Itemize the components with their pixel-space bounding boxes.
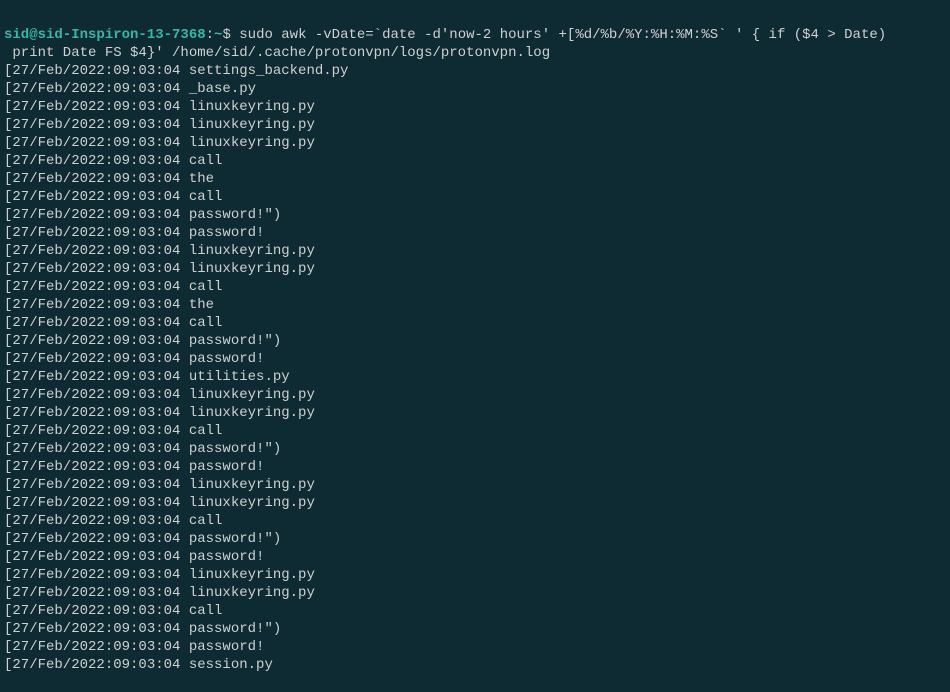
log-line: [27/Feb/2022:09:03:04 password!") (4, 530, 946, 548)
log-line: [27/Feb/2022:09:03:04 settings_backend.p… (4, 62, 946, 80)
log-line: [27/Feb/2022:09:03:04 call (4, 602, 946, 620)
log-line: [27/Feb/2022:09:03:04 linuxkeyring.py (4, 242, 946, 260)
log-line: [27/Feb/2022:09:03:04 linuxkeyring.py (4, 98, 946, 116)
prompt-line: sid@sid-Inspiron-13-7368:~$ sudo awk -vD… (4, 27, 886, 43)
log-line: [27/Feb/2022:09:03:04 linuxkeyring.py (4, 386, 946, 404)
log-line: [27/Feb/2022:09:03:04 password!") (4, 206, 946, 224)
log-line: [27/Feb/2022:09:03:04 call (4, 422, 946, 440)
log-line: [27/Feb/2022:09:03:04 password! (4, 458, 946, 476)
log-line: [27/Feb/2022:09:03:04 session.py (4, 656, 946, 674)
log-line: [27/Feb/2022:09:03:04 linuxkeyring.py (4, 134, 946, 152)
log-line: [27/Feb/2022:09:03:04 linuxkeyring.py (4, 494, 946, 512)
log-line: [27/Feb/2022:09:03:04 password!") (4, 440, 946, 458)
prompt-separator: : (206, 27, 214, 43)
log-output: [27/Feb/2022:09:03:04 settings_backend.p… (4, 62, 946, 674)
log-line: [27/Feb/2022:09:03:04 linuxkeyring.py (4, 584, 946, 602)
log-line: [27/Feb/2022:09:03:04 call (4, 278, 946, 296)
terminal-output[interactable]: sid@sid-Inspiron-13-7368:~$ sudo awk -vD… (4, 8, 946, 692)
log-line: [27/Feb/2022:09:03:04 password! (4, 548, 946, 566)
log-line: [27/Feb/2022:09:03:04 linuxkeyring.py (4, 116, 946, 134)
prompt-symbol: $ (222, 27, 230, 43)
log-line: [27/Feb/2022:09:03:04 call (4, 314, 946, 332)
log-line: [27/Feb/2022:09:03:04 call (4, 188, 946, 206)
log-line: [27/Feb/2022:09:03:04 call (4, 512, 946, 530)
log-line: [27/Feb/2022:09:03:04 call (4, 152, 946, 170)
command-text-line2: print Date FS $4}' /home/sid/.cache/prot… (4, 45, 550, 61)
command-text-line1: sudo awk -vDate=`date -d'now-2 hours' +[… (231, 27, 886, 43)
log-line: [27/Feb/2022:09:03:04 linuxkeyring.py (4, 260, 946, 278)
prompt-user-host: sid@sid-Inspiron-13-7368 (4, 27, 206, 43)
log-line: [27/Feb/2022:09:03:04 password! (4, 638, 946, 656)
log-line: [27/Feb/2022:09:03:04 password! (4, 350, 946, 368)
log-line: [27/Feb/2022:09:03:04 the (4, 170, 946, 188)
log-line: [27/Feb/2022:09:03:04 password!") (4, 332, 946, 350)
log-line: [27/Feb/2022:09:03:04 password! (4, 224, 946, 242)
log-line: [27/Feb/2022:09:03:04 _base.py (4, 80, 946, 98)
log-line: [27/Feb/2022:09:03:04 utilities.py (4, 368, 946, 386)
log-line: [27/Feb/2022:09:03:04 linuxkeyring.py (4, 476, 946, 494)
log-line: [27/Feb/2022:09:03:04 password!") (4, 620, 946, 638)
log-line: [27/Feb/2022:09:03:04 the (4, 296, 946, 314)
log-line: [27/Feb/2022:09:03:04 linuxkeyring.py (4, 404, 946, 422)
log-line: [27/Feb/2022:09:03:04 linuxkeyring.py (4, 566, 946, 584)
